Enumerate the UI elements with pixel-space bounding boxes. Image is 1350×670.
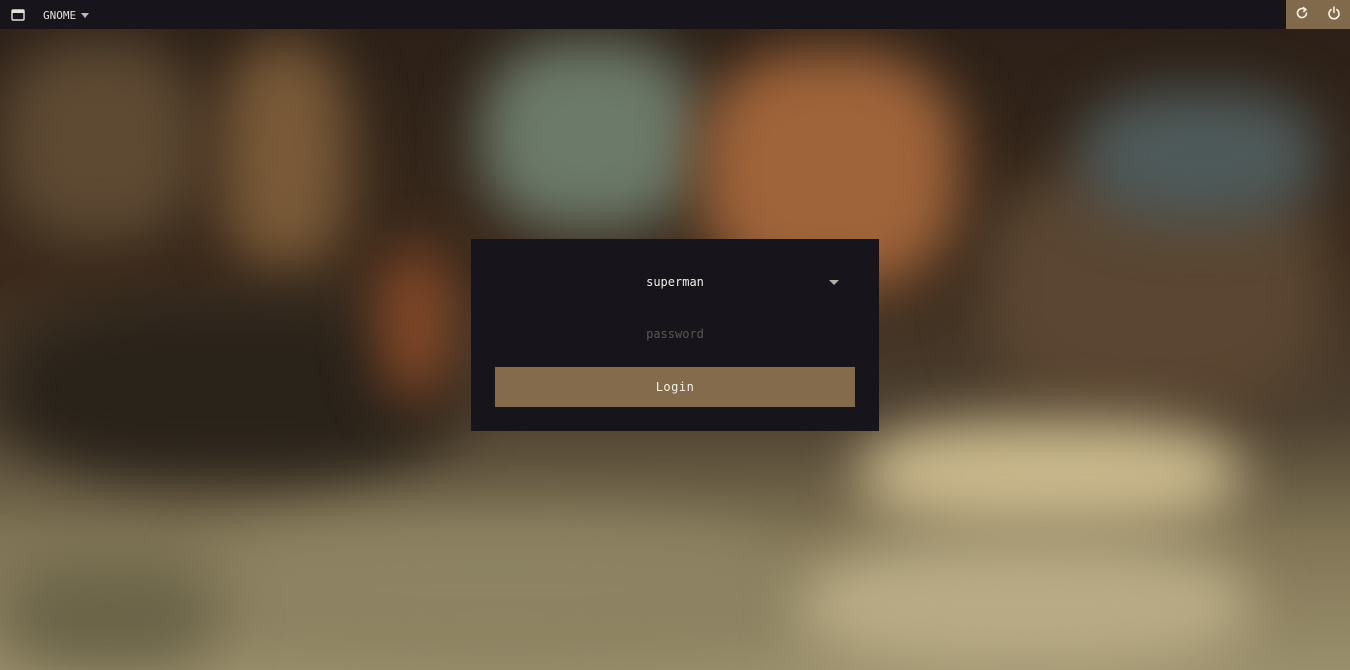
chevron-down-icon bbox=[81, 13, 90, 18]
session-name: GNOME bbox=[43, 8, 77, 22]
chevron-down-icon bbox=[829, 280, 839, 285]
username-label: superman bbox=[646, 275, 704, 289]
session-selector[interactable]: GNOME bbox=[10, 6, 90, 24]
login-button-label: Login bbox=[655, 380, 695, 394]
password-input[interactable] bbox=[495, 318, 855, 350]
window-icon bbox=[10, 7, 26, 23]
login-panel: superman Login bbox=[471, 239, 879, 431]
restart-button[interactable] bbox=[1286, 0, 1318, 29]
restart-icon bbox=[1295, 5, 1309, 24]
top-bar: GNOME bbox=[0, 0, 1350, 29]
power-controls bbox=[1286, 0, 1350, 29]
power-icon bbox=[1327, 5, 1341, 24]
power-button[interactable] bbox=[1318, 0, 1350, 29]
user-selector[interactable]: superman bbox=[495, 266, 855, 298]
login-button[interactable]: Login bbox=[495, 367, 855, 407]
